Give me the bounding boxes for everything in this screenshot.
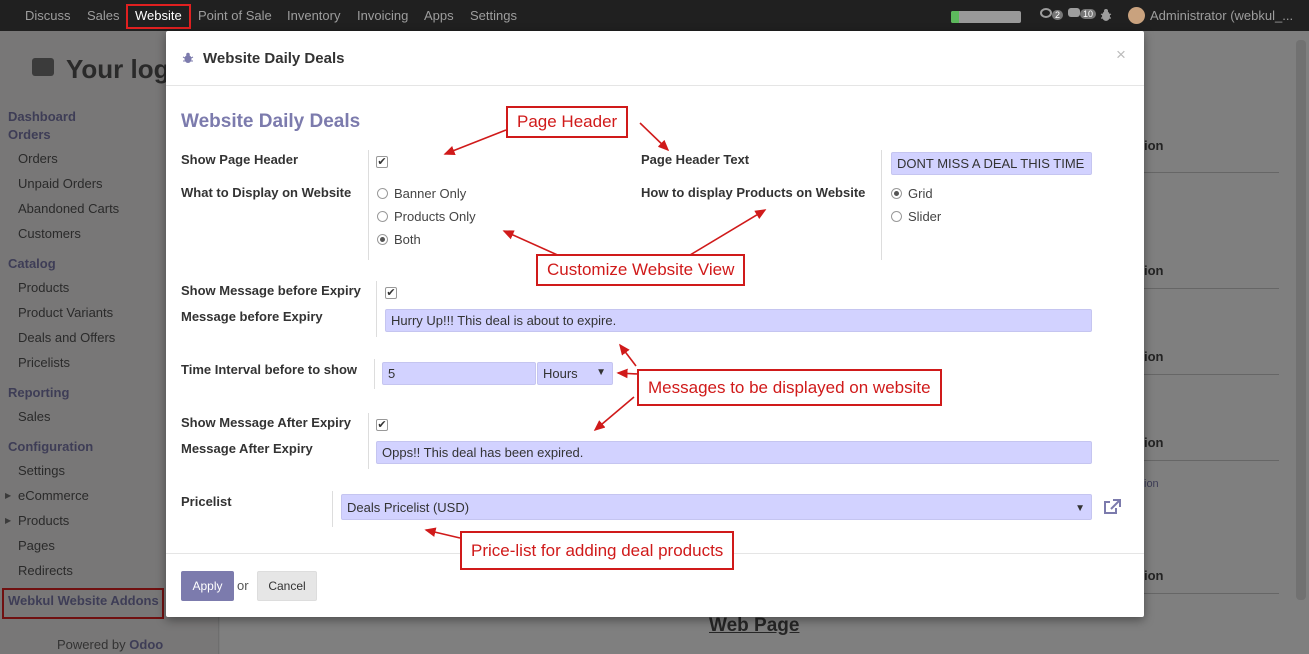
annotation-messages: Messages to be displayed on website (637, 369, 942, 406)
annotation-pricelist: Price-list for adding deal products (460, 531, 735, 570)
annotation-customize-view: Customize Website View (536, 254, 746, 286)
annotation-page-header: Page Header (506, 106, 629, 138)
